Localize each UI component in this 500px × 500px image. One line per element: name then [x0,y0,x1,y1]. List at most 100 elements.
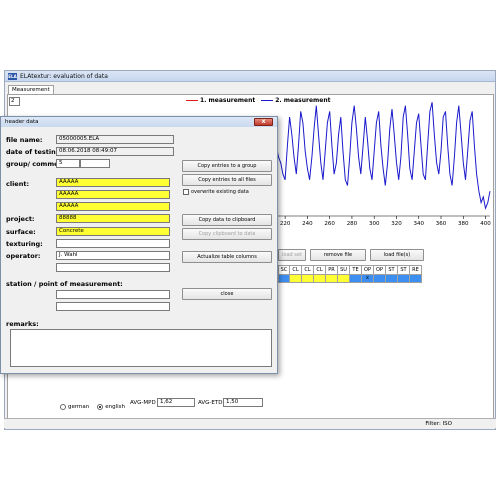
column-header-pr[interactable]: PR [326,265,338,275]
radio-german-circle[interactable] [60,404,66,410]
operator-field[interactable]: J. Wahl [56,251,170,260]
language-selector: german english [60,404,125,410]
radio-english-label: english [105,404,126,410]
table-cell[interactable] [374,275,386,283]
group-field[interactable]: 5 [56,159,80,168]
group-label: group/ commen [6,160,64,168]
overwrite-checkbox-row[interactable]: overwrite existing data [183,189,249,195]
texturing-label: texturing: [6,240,43,248]
column-header-cl[interactable]: CL [290,265,302,275]
project-label: project: [6,215,35,223]
x-tick-label: 260 [324,221,335,227]
legend-line-blue [261,99,274,102]
station-field-2[interactable] [56,302,170,311]
overwrite-label: overwrite existing data [191,189,249,195]
column-header-cl[interactable]: CL [314,265,326,275]
profile-chart: 220 240 260 280 300 320 340 360 380 400 [274,102,491,227]
column-header-te[interactable]: TE [350,265,362,275]
dialog-titlebar: header data x [1,117,277,127]
client-field-1[interactable]: AAAAA [56,178,170,187]
x-tick-label: 320 [391,221,402,227]
table-cell[interactable] [314,275,326,283]
client-field-2[interactable]: AAAAA [56,190,170,199]
table-first-row: x [278,275,422,283]
x-tick-label: 240 [302,221,313,227]
copy-to-all-files-button[interactable]: Copy entries to all files [182,174,272,186]
overwrite-checkbox[interactable] [183,189,189,195]
tab-measurement[interactable]: Measurement [8,85,54,94]
load-files-button[interactable]: load file(s) [370,249,424,261]
table-cell[interactable] [338,275,350,283]
operator-field-2[interactable] [56,263,170,272]
column-header-st[interactable]: ST [386,265,398,275]
table-cell[interactable] [398,275,410,283]
actualize-columns-button[interactable]: Actualize table columns [182,251,272,263]
x-tick-label: 280 [347,221,358,227]
column-header-re[interactable]: RE [410,265,422,275]
column-header-st[interactable]: ST [398,265,410,275]
radio-english-circle[interactable] [97,404,104,410]
station-label: station / point of measurement: [6,280,123,288]
measurement-number-input[interactable]: 2 [9,97,20,106]
series-line-measurement-2 [274,102,491,211]
file-name-field: 05000005.ELA [56,135,174,144]
column-header-cl[interactable]: CL [302,265,314,275]
radio-german[interactable]: german [60,404,89,410]
avg-mpd-label: AVG-MPD [130,400,156,406]
x-tick-label: 400 [480,221,491,227]
date-label: date of testing: [6,148,63,156]
status-filter: Filter: ISO [425,421,452,427]
column-header-op[interactable]: OP [374,265,386,275]
table-cell[interactable] [290,275,302,283]
date-field: 08.06.2018 08:49:07 [56,147,174,156]
radio-english[interactable]: english [97,404,125,410]
copy-from-clipboard-button[interactable]: Copy clipboard to data [182,228,272,240]
legend-label-1: 1. measurement [200,97,256,104]
group-field-extra[interactable] [80,159,110,168]
avg-etd-value: 1,50 [223,398,263,407]
texturing-field[interactable] [56,239,170,248]
avg-etd-label: AVG-ETD [198,400,223,406]
client-field-3[interactable]: AAAAA [56,202,170,211]
x-tick-label: 380 [458,221,469,227]
x-tick-label: 340 [413,221,424,227]
load-set-button[interactable]: load set [278,249,306,261]
table-cell[interactable] [302,275,314,283]
station-field-1[interactable] [56,290,170,299]
column-header-op[interactable]: OP [362,265,374,275]
app-icon: ELA [8,73,17,80]
client-label: client: [6,180,30,188]
operator-label: operator: [6,252,41,260]
avg-mpd-value: 1,62 [157,398,195,407]
dialog-title: header data [5,119,39,125]
table-cell[interactable]: x [362,275,374,283]
remove-file-button[interactable]: remove file [310,249,366,261]
remarks-textarea[interactable] [10,329,272,367]
table-cell[interactable] [350,275,362,283]
close-button[interactable]: close [182,288,272,300]
table-column-headers: SC CL CL CL PR SU TE OP OP ST ST RE [278,265,422,275]
column-header-su[interactable]: SU [338,265,350,275]
legend-item-1: 1. measurement [186,97,255,104]
table-cell[interactable] [386,275,398,283]
table-cell[interactable] [326,275,338,283]
remarks-label: remarks: [6,320,39,328]
legend-line-red [186,99,198,102]
dialog-close-button[interactable]: x [254,118,273,126]
status-bar: Filter: ISO [4,418,496,428]
file-name-label: file name: [6,136,43,144]
copy-to-clipboard-button[interactable]: Copy data to clipboard [182,214,272,226]
project-field[interactable]: 88888 [56,214,170,223]
surface-label: surface: [6,228,36,236]
copy-to-group-button[interactable]: Copy entries to a group [182,160,272,172]
radio-german-label: german [68,404,90,410]
window-title: ELAtextur: evaluation of data [20,73,108,80]
table-cell[interactable] [410,275,422,283]
table-cell[interactable] [278,275,290,283]
surface-field[interactable]: Concrete [56,227,170,236]
x-tick-label: 300 [369,221,380,227]
x-tick-label: 360 [436,221,447,227]
column-header-sc[interactable]: SC [278,265,290,275]
main-titlebar: ELA ELAtextur: evaluation of data [5,71,495,82]
x-tick-label: 220 [280,221,291,227]
